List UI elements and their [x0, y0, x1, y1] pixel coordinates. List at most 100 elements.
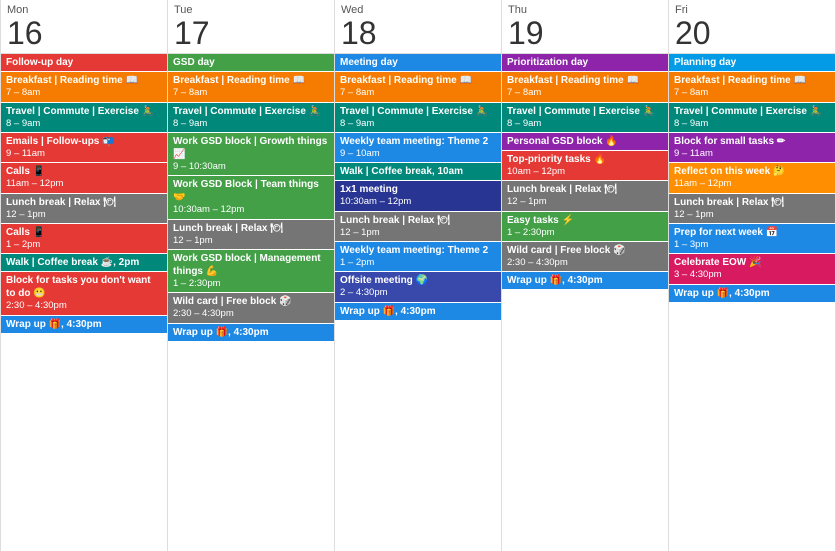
event-title: Weekly team meeting: Theme 2 [340, 244, 496, 257]
event-block[interactable]: 1x1 meeting10:30am – 12pm [335, 181, 501, 210]
event-title: Lunch break | Relax 🍽 [340, 214, 496, 227]
event-block[interactable]: Travel | Commute | Exercise 🚴8 – 9am [1, 103, 167, 132]
event-title: Breakfast | Reading time 📖 [674, 74, 830, 87]
event-time: 12 – 1pm [6, 209, 162, 221]
event-block[interactable]: Breakfast | Reading time 📖7 – 8am [502, 72, 668, 101]
event-block[interactable]: Reflect on this week 🤔11am – 12pm [669, 163, 835, 192]
event-time: 2:30 – 4:30pm [507, 257, 663, 269]
event-block[interactable]: Block for small tasks ✏9 – 11am [669, 133, 835, 162]
event-time: 12 – 1pm [674, 209, 830, 221]
event-block[interactable]: Breakfast | Reading time 📖7 – 8am [335, 72, 501, 101]
event-title: Personal GSD block 🔥 [507, 135, 663, 148]
event-block[interactable]: Travel | Commute | Exercise 🚴8 – 9am [669, 103, 835, 132]
event-block[interactable]: Travel | Commute | Exercise 🚴8 – 9am [335, 103, 501, 132]
event-title: Wild card | Free block 🎲 [173, 295, 329, 308]
event-block[interactable]: Lunch break | Relax 🍽12 – 1pm [669, 194, 835, 223]
event-block[interactable]: Walk | Coffee break, 10am [335, 163, 501, 180]
event-title: Work GSD Block | Team things 🤝 [173, 178, 329, 204]
event-title: Celebrate EOW 🎉 [674, 256, 830, 269]
event-title: Wrap up 🎁, 4:30pm [6, 318, 162, 331]
event-block[interactable]: Offsite meeting 🌍2 – 4:30pm [335, 272, 501, 301]
day-label: Prioritization day [502, 54, 668, 71]
day-header-tue: Tue17 [168, 0, 334, 54]
event-block[interactable]: Travel | Commute | Exercise 🚴8 – 9am [168, 103, 334, 132]
event-block[interactable]: Easy tasks ⚡1 – 2:30pm [502, 212, 668, 241]
event-title: Walk | Coffee break, 10am [340, 165, 496, 178]
event-title: Work GSD block | Growth things 📈 [173, 135, 329, 161]
event-time: 7 – 8am [6, 87, 162, 99]
day-col-wed: Wed18Meeting dayBreakfast | Reading time… [335, 0, 502, 551]
event-time: 9 – 11am [674, 148, 830, 160]
event-block[interactable]: Travel | Commute | Exercise 🚴8 – 9am [502, 103, 668, 132]
event-title: Walk | Coffee break ☕, 2pm [6, 256, 162, 269]
day-col-fri: Fri20Planning dayBreakfast | Reading tim… [669, 0, 836, 551]
event-block[interactable]: Wrap up 🎁, 4:30pm [168, 324, 334, 341]
event-block[interactable]: Wild card | Free block 🎲2:30 – 4:30pm [168, 293, 334, 322]
event-time: 12 – 1pm [173, 235, 329, 247]
event-block[interactable]: Breakfast | Reading time 📖7 – 8am [669, 72, 835, 101]
event-block[interactable]: Lunch break | Relax 🍽12 – 1pm [335, 212, 501, 241]
day-header-fri: Fri20 [669, 0, 835, 54]
day-label: Meeting day [335, 54, 501, 71]
event-block[interactable]: Calls 📱11am – 12pm [1, 163, 167, 192]
event-title: Calls 📱 [6, 226, 162, 239]
event-block[interactable]: Breakfast | Reading time 📖7 – 8am [168, 72, 334, 101]
event-title: Weekly team meeting: Theme 2 [340, 135, 496, 148]
day-label: GSD day [168, 54, 334, 71]
event-block[interactable]: Top-priority tasks 🔥10am – 12pm [502, 151, 668, 180]
event-title: Travel | Commute | Exercise 🚴 [507, 105, 663, 118]
event-block[interactable]: Wrap up 🎁, 4:30pm [502, 272, 668, 289]
event-time: 11am – 12pm [6, 178, 162, 190]
event-block[interactable]: Breakfast | Reading time 📖7 – 8am [1, 72, 167, 101]
event-time: 8 – 9am [507, 118, 663, 130]
event-title: Reflect on this week 🤔 [674, 165, 830, 178]
event-block[interactable]: Lunch break | Relax 🍽12 – 1pm [168, 220, 334, 249]
day-col-tue: Tue17GSD dayBreakfast | Reading time 📖7 … [168, 0, 335, 551]
event-block[interactable]: Block for tasks you don't want to do 😬2:… [1, 272, 167, 314]
event-block[interactable]: Wrap up 🎁, 4:30pm [669, 285, 835, 302]
event-block[interactable]: Wild card | Free block 🎲2:30 – 4:30pm [502, 242, 668, 271]
day-number: 16 [7, 16, 161, 51]
event-title: Lunch break | Relax 🍽 [674, 196, 830, 209]
events-container: Breakfast | Reading time 📖7 – 8amTravel … [669, 71, 835, 551]
event-block[interactable]: Emails | Follow-ups 📬9 – 11am [1, 133, 167, 162]
event-title: 1x1 meeting [340, 183, 496, 196]
event-time: 7 – 8am [340, 87, 496, 99]
event-title: Lunch break | Relax 🍽 [173, 222, 329, 235]
event-block[interactable]: Work GSD block | Management things 💪1 – … [168, 250, 334, 292]
event-block[interactable]: Prep for next week 📅1 – 3pm [669, 224, 835, 253]
day-label: Follow-up day [1, 54, 167, 71]
event-block[interactable]: Lunch break | Relax 🍽12 – 1pm [502, 181, 668, 210]
event-time: 10am – 12pm [507, 166, 663, 178]
events-container: Breakfast | Reading time 📖7 – 8amTravel … [1, 71, 167, 551]
event-title: Wrap up 🎁, 4:30pm [507, 274, 663, 287]
event-title: Lunch break | Relax 🍽 [507, 183, 663, 196]
event-block[interactable]: Lunch break | Relax 🍽12 – 1pm [1, 194, 167, 223]
event-block[interactable]: Weekly team meeting: Theme 21 – 2pm [335, 242, 501, 271]
event-title: Offsite meeting 🌍 [340, 274, 496, 287]
event-title: Block for small tasks ✏ [674, 135, 830, 148]
event-block[interactable]: Weekly team meeting: Theme 29 – 10am [335, 133, 501, 162]
event-title: Block for tasks you don't want to do 😬 [6, 274, 162, 300]
event-time: 7 – 8am [507, 87, 663, 99]
event-time: 12 – 1pm [507, 196, 663, 208]
day-header-wed: Wed18 [335, 0, 501, 54]
day-col-mon: Mon16Follow-up dayBreakfast | Reading ti… [1, 0, 168, 551]
calendar-grid: Mon16Follow-up dayBreakfast | Reading ti… [0, 0, 836, 551]
event-block[interactable]: Wrap up 🎁, 4:30pm [1, 316, 167, 333]
day-header-thu: Thu19 [502, 0, 668, 54]
event-block[interactable]: Work GSD block | Growth things 📈9 – 10:3… [168, 133, 334, 175]
event-time: 7 – 8am [674, 87, 830, 99]
event-block[interactable]: Calls 📱1 – 2pm [1, 224, 167, 253]
events-container: Breakfast | Reading time 📖7 – 8amTravel … [502, 71, 668, 551]
event-block[interactable]: Celebrate EOW 🎉3 – 4:30pm [669, 254, 835, 283]
event-block[interactable]: Personal GSD block 🔥 [502, 133, 668, 150]
event-time: 3 – 4:30pm [674, 269, 830, 281]
event-time: 9 – 10am [340, 148, 496, 160]
event-block[interactable]: Wrap up 🎁, 4:30pm [335, 303, 501, 320]
event-time: 8 – 9am [340, 118, 496, 130]
event-block[interactable]: Work GSD Block | Team things 🤝10:30am – … [168, 176, 334, 218]
day-number: 18 [341, 16, 495, 51]
event-block[interactable]: Walk | Coffee break ☕, 2pm [1, 254, 167, 271]
day-number: 20 [675, 16, 829, 51]
